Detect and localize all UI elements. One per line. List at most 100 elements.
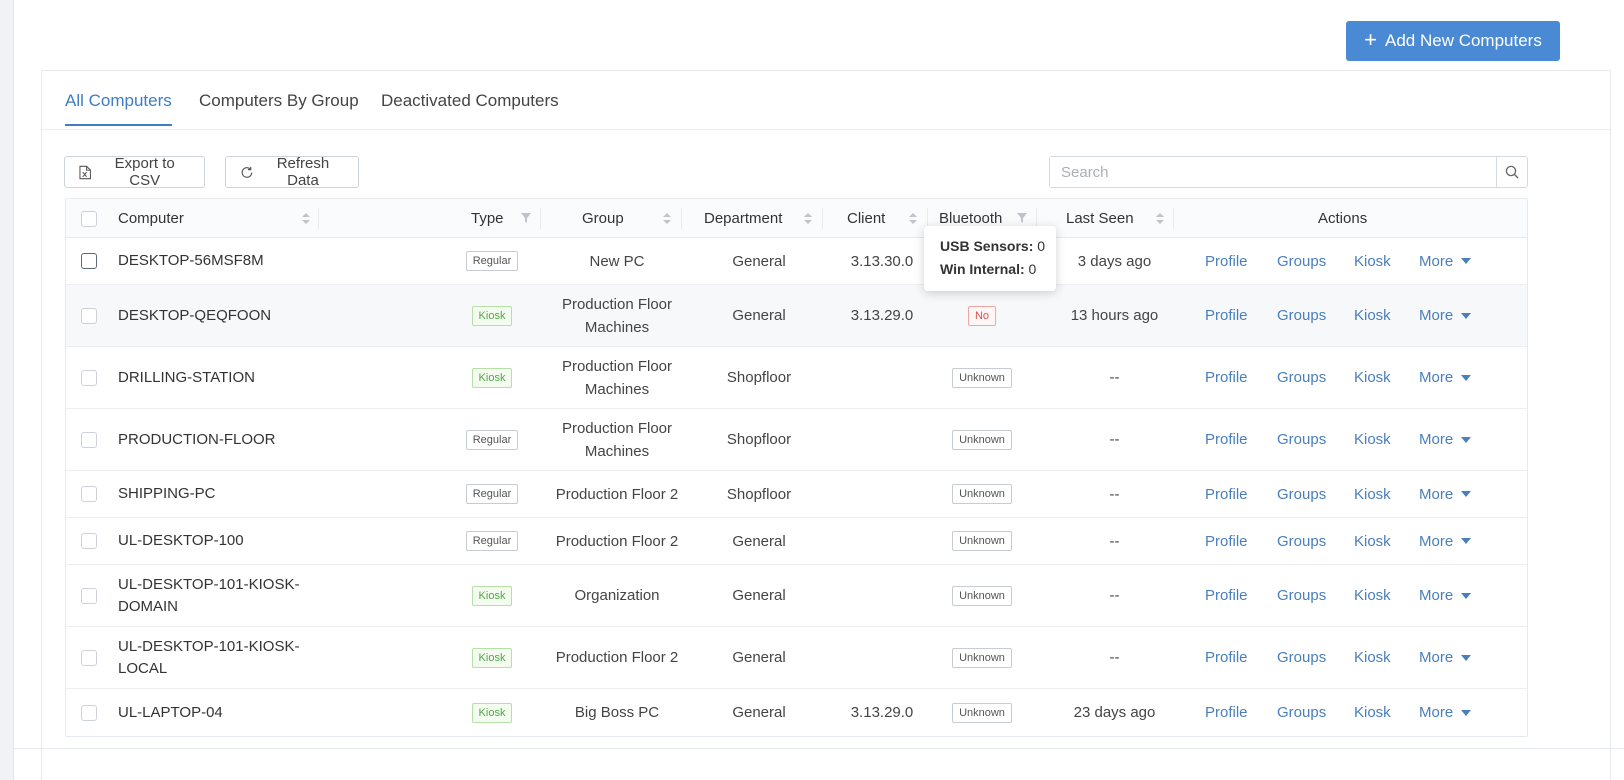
- groups-link[interactable]: Groups: [1277, 689, 1327, 736]
- groups-link[interactable]: Groups: [1277, 471, 1327, 517]
- groups-link[interactable]: Groups: [1277, 347, 1327, 408]
- header-type[interactable]: Type: [471, 199, 504, 238]
- profile-link[interactable]: Profile: [1205, 565, 1249, 626]
- groups-link[interactable]: Groups: [1277, 409, 1327, 470]
- tab-computers-by-group[interactable]: Computers By Group: [199, 91, 359, 124]
- kiosk-link[interactable]: Kiosk: [1354, 627, 1394, 688]
- computers-table: Computer Type Group Department Client Bl…: [65, 198, 1528, 737]
- row-checkbox[interactable]: [81, 649, 97, 666]
- sort-client-icon[interactable]: [909, 213, 917, 225]
- profile-link[interactable]: Profile: [1205, 347, 1249, 408]
- header-last-seen[interactable]: Last Seen: [1066, 199, 1134, 238]
- kiosk-link[interactable]: Kiosk: [1354, 238, 1394, 284]
- caret-down-icon: [1461, 654, 1472, 661]
- more-dropdown[interactable]: More: [1419, 518, 1479, 564]
- bluetooth-status-badge[interactable]: Unknown: [952, 367, 1012, 388]
- row-checkbox[interactable]: [81, 369, 97, 386]
- computer-name-cell: UL-LAPTOP-04: [118, 689, 358, 736]
- bluetooth-status-badge[interactable]: No: [967, 305, 997, 326]
- more-label: More: [1419, 369, 1454, 386]
- search-button[interactable]: [1496, 157, 1527, 187]
- profile-link[interactable]: Profile: [1205, 689, 1249, 736]
- kiosk-link[interactable]: Kiosk: [1354, 471, 1394, 517]
- search-input[interactable]: [1050, 157, 1496, 187]
- table-row[interactable]: DRILLING-STATION Kiosk Production Floor Mac…: [66, 347, 1527, 409]
- last-seen-cell: 23 days ago: [1073, 704, 1156, 721]
- client-version-cell: [824, 471, 940, 517]
- row-checkbox[interactable]: [81, 486, 97, 502]
- filter-type-icon[interactable]: [521, 213, 531, 223]
- select-all-checkbox[interactable]: [81, 210, 97, 227]
- header-client[interactable]: Client: [847, 199, 885, 238]
- more-dropdown[interactable]: More: [1419, 565, 1479, 626]
- bluetooth-status-badge[interactable]: Unknown: [952, 702, 1012, 723]
- kiosk-link[interactable]: Kiosk: [1354, 518, 1394, 564]
- group-cell: Organization: [540, 565, 694, 626]
- export-csv-button[interactable]: Export to CSV: [64, 155, 205, 189]
- sort-last-seen-icon[interactable]: [1156, 213, 1164, 225]
- sort-department-icon[interactable]: [804, 213, 812, 225]
- more-dropdown[interactable]: More: [1419, 409, 1479, 470]
- table-row[interactable]: DESKTOP-QEQFOON Kiosk Production Floor Mach…: [66, 285, 1527, 347]
- type-badge: Regular: [465, 251, 519, 271]
- bluetooth-status-badge[interactable]: Unknown: [952, 429, 1012, 450]
- groups-link[interactable]: Groups: [1277, 518, 1327, 564]
- header-group-label: Group: [582, 210, 624, 227]
- table-row[interactable]: UL-DESKTOP-101-KIOSK- DOMAIN Kiosk Organiza…: [66, 565, 1527, 627]
- groups-link[interactable]: Groups: [1277, 238, 1327, 284]
- more-dropdown[interactable]: More: [1419, 238, 1479, 284]
- row-checkbox[interactable]: [81, 533, 97, 549]
- bluetooth-status-badge[interactable]: Unknown: [952, 585, 1012, 606]
- computer-name-cell: SHIPPING-PC: [118, 471, 358, 517]
- profile-link[interactable]: Profile: [1205, 285, 1249, 346]
- kiosk-link[interactable]: Kiosk: [1354, 689, 1394, 736]
- table-row[interactable]: SHIPPING-PC Regular Production Floor 2 Shop…: [66, 471, 1527, 518]
- kiosk-link[interactable]: Kiosk: [1354, 409, 1394, 470]
- groups-link[interactable]: Groups: [1277, 285, 1327, 346]
- bluetooth-cell: Unknown: [927, 627, 1037, 688]
- sort-group-icon[interactable]: [663, 213, 671, 225]
- header-department[interactable]: Department: [704, 199, 782, 238]
- kiosk-link[interactable]: Kiosk: [1354, 285, 1394, 346]
- bluetooth-status-badge[interactable]: Unknown: [952, 484, 1012, 504]
- sort-computer-icon[interactable]: [302, 213, 310, 225]
- search-icon: [1505, 165, 1519, 179]
- more-dropdown[interactable]: More: [1419, 471, 1479, 517]
- more-dropdown[interactable]: More: [1419, 627, 1479, 688]
- row-select-cell: [81, 565, 101, 626]
- table-row[interactable]: UL-DESKTOP-100 Regular Production Floor 2 G…: [66, 518, 1527, 565]
- profile-link[interactable]: Profile: [1205, 518, 1249, 564]
- filter-bluetooth-icon[interactable]: [1017, 213, 1027, 223]
- kiosk-link[interactable]: Kiosk: [1354, 347, 1394, 408]
- row-checkbox[interactable]: [81, 431, 97, 448]
- groups-link[interactable]: Groups: [1277, 565, 1327, 626]
- header-group[interactable]: Group: [582, 199, 624, 238]
- kiosk-link[interactable]: Kiosk: [1354, 565, 1394, 626]
- profile-link[interactable]: Profile: [1205, 627, 1249, 688]
- table-row[interactable]: UL-LAPTOP-04 Kiosk Big Boss PC General 3.13.…: [66, 689, 1527, 736]
- more-dropdown[interactable]: More: [1419, 347, 1479, 408]
- row-checkbox[interactable]: [81, 253, 97, 269]
- table-row[interactable]: UL-DESKTOP-101-KIOSK- LOCAL Kiosk Productio…: [66, 627, 1527, 689]
- bluetooth-status-badge[interactable]: Unknown: [952, 647, 1012, 668]
- more-dropdown[interactable]: More: [1419, 689, 1479, 736]
- groups-link[interactable]: Groups: [1277, 627, 1327, 688]
- more-dropdown[interactable]: More: [1419, 285, 1479, 346]
- profile-link[interactable]: Profile: [1205, 409, 1249, 470]
- type-cell: Regular: [451, 409, 533, 470]
- profile-link[interactable]: Profile: [1205, 238, 1249, 284]
- profile-link[interactable]: Profile: [1205, 471, 1249, 517]
- bluetooth-status-badge[interactable]: Unknown: [952, 531, 1012, 551]
- tab-all-computers[interactable]: All Computers: [65, 91, 172, 126]
- row-checkbox[interactable]: [81, 307, 97, 324]
- computer-name: SHIPPING-PC: [118, 483, 216, 505]
- row-checkbox[interactable]: [81, 587, 97, 604]
- table-row[interactable]: PRODUCTION-FLOOR Regular Production Floor M…: [66, 409, 1527, 471]
- add-new-computers-button[interactable]: + Add New Computers: [1346, 21, 1560, 61]
- computer-name: UL-DESKTOP-100: [118, 530, 244, 552]
- tab-deactivated-computers[interactable]: Deactivated Computers: [381, 91, 559, 124]
- row-checkbox[interactable]: [81, 704, 97, 721]
- table-row[interactable]: DESKTOP-56MSF8M Regular New PC General 3.13.…: [66, 238, 1527, 285]
- header-computer[interactable]: Computer: [118, 199, 184, 238]
- refresh-data-button[interactable]: Refresh Data: [225, 155, 359, 189]
